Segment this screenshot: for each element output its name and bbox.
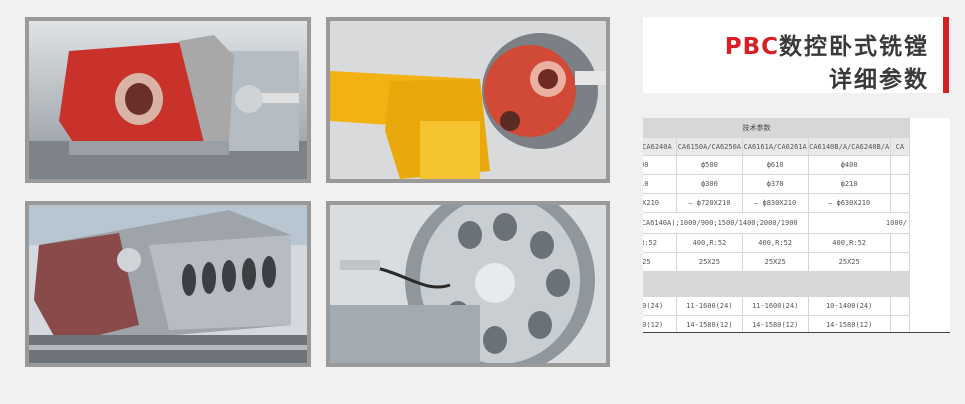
table-caption: 技术参数 — [643, 118, 910, 138]
title-line-1-rest: 数控卧式铣镗 — [779, 34, 929, 60]
table-cell: ф400 — [643, 155, 678, 175]
table-cell — [889, 252, 911, 272]
table-cell: 750/650(CA6140A);1000/900;1500/1400;2000… — [643, 212, 809, 234]
photo-engine-block — [25, 201, 311, 367]
table-cell: ф610 — [741, 155, 809, 175]
table-cell: 10-1400(24) — [807, 296, 891, 316]
table-cell: ф210 — [807, 174, 891, 194]
table-cell: 11-1600(24) — [676, 296, 743, 316]
table-cell: — ф720X210 — [676, 193, 743, 213]
table-row: 11-1600(24) 11-1600(24) 11-1600(24) 10-1… — [643, 296, 911, 316]
table-row: 400,R:52 400,R:52 400,R:52 400,R:52 — [643, 233, 911, 253]
table-cell: 25X25 — [741, 252, 809, 272]
table-cell — [889, 315, 911, 332]
table-cell — [889, 174, 911, 194]
table-cell: 14-1580(12) — [807, 315, 891, 332]
table-cell: — 630X210 — [643, 193, 678, 213]
table-spacer-row — [643, 271, 910, 297]
table-cell: 11-1600(24) — [741, 296, 809, 316]
table-cell: ф400 — [807, 155, 891, 175]
table-cell: ф300 — [676, 174, 743, 194]
table-cell — [889, 296, 911, 316]
header-cell: CA6140B/A/CA6240B/A — [807, 137, 891, 156]
table-cell: 400,R:52 — [643, 233, 678, 253]
table-cell: — ф830X210 — [741, 193, 809, 213]
table-cell — [889, 193, 911, 213]
header-cell: CA — [889, 137, 911, 156]
table-cell: 400,R:52 — [807, 233, 891, 253]
table-caption-row: 技术参数 — [643, 118, 910, 138]
engine-block-image — [29, 205, 307, 363]
table-cell: 25X25 — [807, 252, 891, 272]
header-cell: CA6140A/CA6240A — [643, 137, 678, 156]
table-cell: 400,R:52 — [676, 233, 743, 253]
yellow-gantry-image — [330, 21, 606, 179]
table-cell: — ф630X210 — [807, 193, 891, 213]
photo-red-casting — [25, 17, 311, 183]
table-cell: 14-1580(12) — [643, 315, 678, 332]
photo-yellow-gantry — [326, 17, 610, 183]
header-cell: CA6150A/CA6250A — [676, 137, 743, 156]
brand-text: PBC — [724, 34, 779, 60]
spacer-cell — [643, 271, 910, 297]
parameter-table: 技术参数 CA6140A/CA6240A CA6150A/CA6250A CA6… — [643, 118, 950, 333]
table-row: 25X25 25X25 25X25 25X25 — [643, 252, 911, 272]
table-row: 750/650(CA6140A);1000/900;1500/1400;2000… — [643, 212, 911, 234]
table-cell: 14-1580(12) — [676, 315, 743, 332]
table-cell — [889, 155, 911, 175]
table-cell: ф370 — [741, 174, 809, 194]
chuck-image — [330, 205, 606, 363]
title-box: PBC数控卧式铣镗 详细参数 — [643, 17, 949, 93]
table-header-row: CA6140A/CA6240A CA6150A/CA6250A CA6161A/… — [643, 137, 911, 156]
title-line-1: PBC数控卧式铣镗 — [725, 27, 929, 61]
table-cell: ф210 — [643, 174, 678, 194]
table-cell: 1000/ — [807, 212, 911, 234]
table-cell: ф500 — [676, 155, 743, 175]
table-row: ф400 ф500 ф610 ф400 — [643, 155, 911, 175]
red-casting-image — [29, 21, 307, 179]
table-row: — 630X210 — ф720X210 — ф830X210 — ф630X2… — [643, 193, 911, 213]
table-cell — [889, 233, 911, 253]
header-cell: CA6161A/CA6261A — [741, 137, 809, 156]
table-cell: 14-1580(12) — [741, 315, 809, 332]
table-cell: 400,R:52 — [741, 233, 809, 253]
table-cell: 25X25 — [643, 252, 678, 272]
table-row: 14-1580(12) 14-1580(12) 14-1580(12) 14-1… — [643, 315, 911, 332]
title-line-2: 详细参数 — [829, 67, 929, 93]
table-row: ф210 ф300 ф370 ф210 — [643, 174, 911, 194]
table-cell: 25X25 — [676, 252, 743, 272]
photo-chuck — [326, 201, 610, 367]
table-cell: 11-1600(24) — [643, 296, 678, 316]
